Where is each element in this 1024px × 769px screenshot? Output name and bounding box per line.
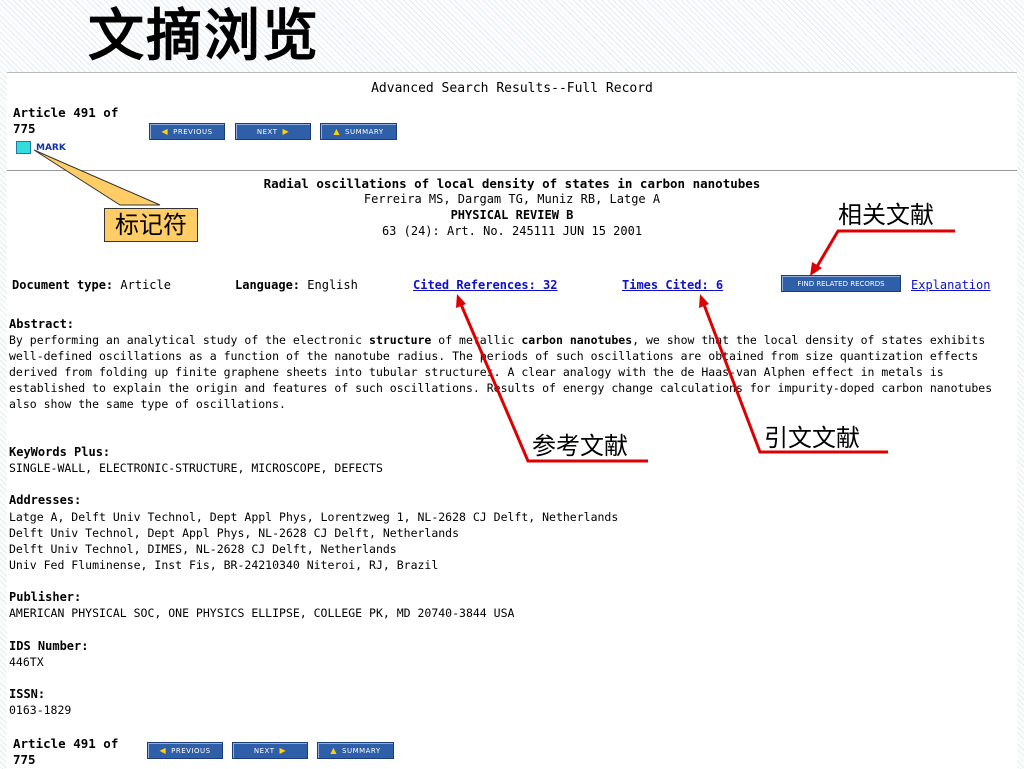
previous-button[interactable]: ◀ PREVIOUS [149, 123, 225, 140]
summary-button-label: SUMMARY [345, 127, 384, 136]
address-line: Delft Univ Technol, DIMES, NL-2628 CJ De… [9, 542, 397, 556]
publisher-label: Publisher: [9, 590, 82, 604]
summary-button-label: SUMMARY [342, 746, 381, 755]
next-button-label: NEXT [253, 746, 275, 755]
ids-number-label: IDS Number: [9, 639, 89, 653]
next-button-label: NEXT [256, 127, 278, 136]
document-type-row: Document type: Article [12, 278, 171, 292]
previous-button-label: PREVIOUS [173, 127, 213, 136]
bottom-next-button[interactable]: NEXT ▶ [232, 742, 308, 759]
doc-type-value: Article [120, 278, 171, 292]
bottom-previous-button[interactable]: ◀ PREVIOUS [147, 742, 223, 759]
abstract-highlight-structure: structure [369, 333, 432, 347]
abstract-part2: of metallic [431, 333, 522, 347]
issn-label: ISSN: [9, 687, 46, 701]
bottom-summary-button[interactable]: ▲ SUMMARY [317, 742, 394, 759]
up-triangle-icon: ▲ [330, 746, 337, 755]
left-triangle-icon: ◀ [159, 746, 167, 755]
right-triangle-icon: ▶ [279, 746, 287, 755]
doc-type-label: Document type: [12, 278, 114, 292]
page-header: Advanced Search Results--Full Record [371, 81, 653, 96]
next-button[interactable]: NEXT ▶ [235, 123, 311, 140]
article-counter-line1: Article 491 of [13, 105, 119, 120]
language-row: Language: English [235, 278, 358, 292]
marker-callout: 标记符 [104, 205, 198, 242]
marker-callout-label: 标记符 [104, 208, 198, 242]
times-cited-callout: 引文文献 [764, 424, 860, 452]
bottom-article-counter-line2: 775 [13, 752, 36, 767]
slide-title: 文摘浏览 [88, 3, 320, 69]
explanation-link[interactable]: Explanation [911, 278, 990, 292]
ids-number-value: 446TX [9, 655, 44, 669]
summary-button[interactable]: ▲ SUMMARY [320, 123, 397, 140]
language-label: Language: [235, 278, 301, 292]
mark-checkbox[interactable] [16, 141, 31, 154]
publisher-value: AMERICAN PHYSICAL SOC, ONE PHYSICS ELLIP… [9, 606, 515, 620]
addresses-label: Addresses: [9, 493, 82, 507]
address-line: Univ Fed Fluminense, Inst Fis, BR-242103… [9, 558, 439, 572]
address-line: Latge A, Delft Univ Technol, Dept Appl P… [9, 510, 619, 524]
record-title: Radial oscillations of local density of … [263, 176, 761, 191]
related-records-callout: 相关文献 [838, 201, 934, 229]
keywords-label: KeyWords Plus: [9, 445, 111, 459]
address-line: Delft Univ Technol, Dept Appl Phys, NL-2… [9, 526, 460, 540]
right-triangle-icon: ▶ [282, 127, 290, 136]
times-cited-link[interactable]: Times Cited: 6 [622, 278, 723, 292]
previous-button-label: PREVIOUS [171, 746, 211, 755]
left-triangle-icon: ◀ [161, 127, 169, 136]
cited-references-callout: 参考文献 [532, 432, 628, 460]
keywords-value: SINGLE-WALL, ELECTRONIC-STRUCTURE, MICRO… [9, 461, 383, 475]
abstract-text: By performing an analytical study of the… [9, 332, 1017, 412]
find-related-records-button[interactable]: FIND RELATED RECORDS [781, 275, 901, 292]
record-page: Advanced Search Results--Full Record Art… [7, 72, 1017, 769]
abstract-part1: By performing an analytical study of the… [9, 333, 370, 347]
divider [7, 170, 1017, 171]
cited-references-link[interactable]: Cited References: 32 [413, 278, 558, 292]
language-value: English [307, 278, 358, 292]
abstract-highlight-nanotubes: carbon nanotubes [521, 333, 633, 347]
article-counter-line2: 775 [13, 121, 36, 136]
issn-value: 0163-1829 [9, 703, 72, 717]
up-triangle-icon: ▲ [333, 127, 340, 136]
abstract-label: Abstract: [9, 317, 75, 331]
bottom-article-counter-line1: Article 491 of [13, 736, 119, 751]
mark-label: MARK [36, 143, 66, 153]
